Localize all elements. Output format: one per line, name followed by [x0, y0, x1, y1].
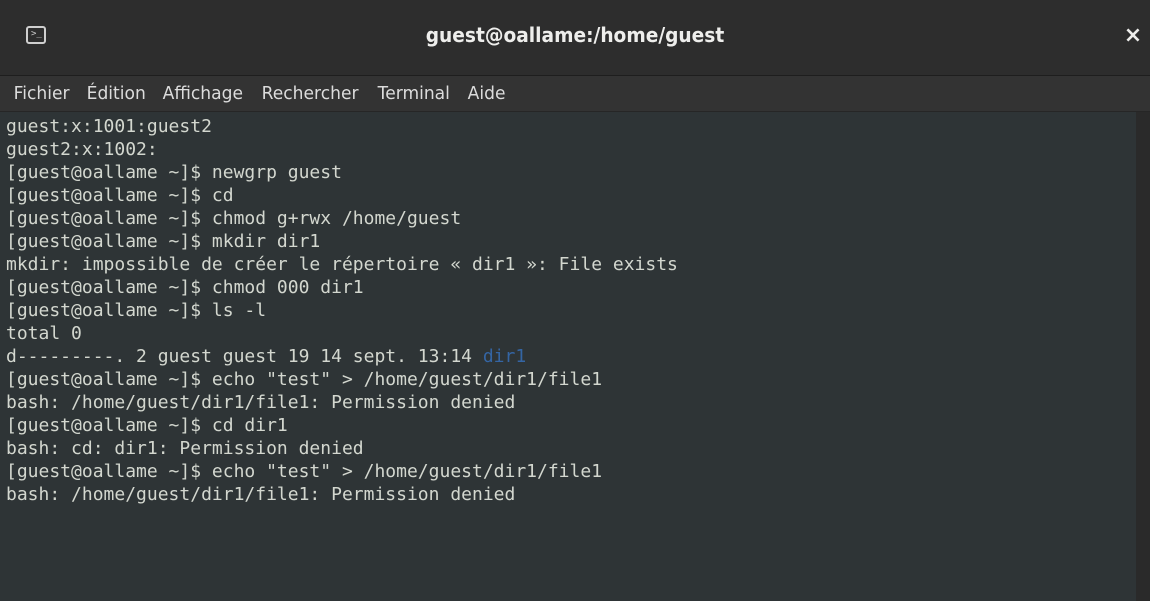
terminal-line: [guest@oallame ~]$ chmod g+rwx /home/gue…: [6, 208, 462, 229]
menu-rechercher[interactable]: Rechercher: [255, 82, 365, 106]
terminal-line: [guest@oallame ~]$ mkdir dir1: [6, 231, 321, 252]
terminal-line: [guest@oallame ~]$ ls -l: [6, 300, 267, 321]
ls-output-line: d---------. 2 guest guest 19 14 sept. 13…: [6, 345, 526, 368]
terminal-line: [guest@oallame ~]$ echo "test" > /home/g…: [6, 369, 603, 390]
close-icon[interactable]: ×: [1122, 22, 1144, 50]
title-bar[interactable]: >_ guest@oallame:/home/guest ×: [0, 0, 1150, 76]
terminal-line: guest2:x:1002:: [6, 139, 158, 160]
terminal-line: bash: /home/guest/dir1/file1: Permission…: [6, 392, 516, 413]
terminal-line: guest:x:1001:guest2: [6, 116, 212, 137]
ls-entry-details: d---------. 2 guest guest 19 14 sept. 13…: [6, 346, 483, 367]
menu-terminal[interactable]: Terminal: [371, 82, 457, 106]
terminal-line: bash: /home/guest/dir1/file1: Permission…: [6, 484, 516, 505]
terminal-line: [guest@oallame ~]$ cd: [6, 185, 234, 206]
terminal-line: mkdir: impossible de créer le répertoire…: [6, 254, 678, 275]
terminal-line: [guest@oallame ~]$ cd dir1: [6, 415, 288, 436]
terminal-line: [guest@oallame ~]$ echo "test" > /home/g…: [6, 461, 603, 482]
menu-edition[interactable]: Édition: [80, 82, 152, 106]
terminal-line: [guest@oallame ~]$ chmod 000 dir1: [6, 277, 364, 298]
menu-fichier[interactable]: Fichier: [7, 82, 76, 106]
window-title: guest@oallame:/home/guest: [425, 23, 725, 47]
terminal-line: [guest@oallame ~]$ newgrp guest: [6, 162, 342, 183]
menu-affichage[interactable]: Affichage: [156, 82, 250, 106]
menu-bar: Fichier Édition Affichage Rechercher Ter…: [0, 76, 1150, 112]
menu-aide[interactable]: Aide: [461, 82, 512, 106]
terminal-line: bash: cd: dir1: Permission denied: [6, 438, 364, 459]
terminal-line: total 0: [6, 323, 82, 344]
scrollbar[interactable]: [1136, 112, 1150, 601]
terminal-output[interactable]: guest:x:1001:guest2 guest2:x:1002: [gues…: [0, 112, 1136, 601]
directory-name: dir1: [482, 346, 527, 367]
terminal-window: >_ guest@oallame:/home/guest × Fichier É…: [0, 0, 1150, 601]
